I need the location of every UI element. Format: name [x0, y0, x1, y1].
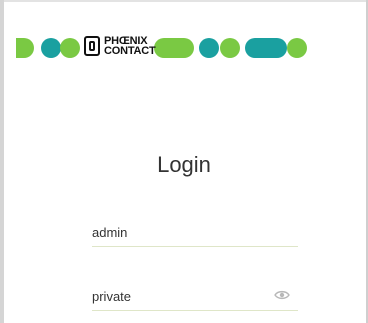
brand-logo-strip — [16, 38, 307, 58]
brand-logo: PHŒNIX CONTACT — [84, 34, 156, 58]
login-title: Login — [157, 152, 211, 177]
logo-dot-teal — [41, 38, 61, 58]
brand-name-line2: CONTACT — [104, 45, 156, 57]
brand-name: PHŒNIX CONTACT — [104, 36, 156, 57]
password-input[interactable] — [92, 284, 272, 308]
logo-dot-green-3 — [287, 38, 307, 58]
logo-pill-left — [16, 38, 34, 58]
username-input[interactable] — [92, 220, 272, 244]
logo-pill-green-1 — [154, 38, 194, 58]
header: PHŒNIX CONTACT — [4, 2, 366, 84]
logo-dot-green-2 — [220, 38, 240, 58]
username-field[interactable] — [92, 220, 298, 247]
password-field[interactable] — [92, 284, 298, 311]
brand-mark-icon — [84, 36, 100, 56]
logo-pill-teal — [245, 38, 287, 58]
eye-icon[interactable] — [274, 290, 290, 300]
logo-dot-teal-2 — [199, 38, 219, 58]
logo-dot-green — [60, 38, 80, 58]
